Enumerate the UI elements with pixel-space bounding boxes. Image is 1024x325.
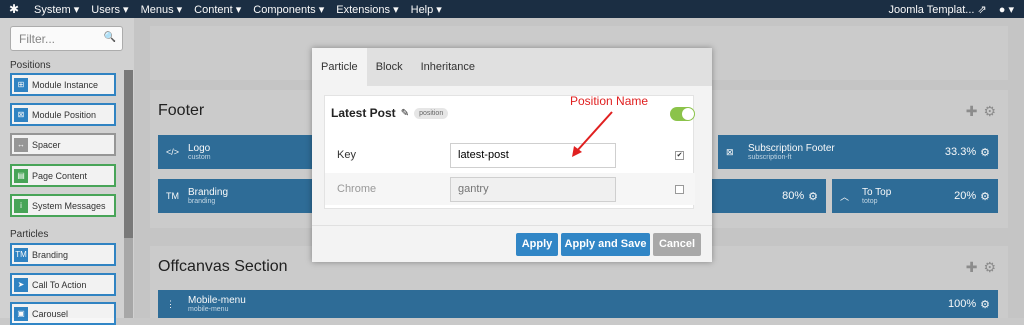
key-row: Key ✔: [325, 139, 695, 171]
type-badge: position: [414, 107, 449, 119]
particle-settings-modal: Particle Block Inheritance Latest Post ✎…: [312, 48, 712, 262]
tab-particle[interactable]: Particle: [312, 48, 367, 86]
chrome-override-checkbox[interactable]: [675, 184, 684, 194]
modal-tabs: Particle Block Inheritance: [312, 48, 712, 86]
key-override-checkbox[interactable]: ✔: [675, 150, 684, 160]
particle-title: Latest Post ✎ position: [331, 106, 449, 120]
edit-pencil-icon[interactable]: ✎: [401, 108, 409, 119]
modal-footer: Apply Apply and Save Cancel: [312, 225, 712, 262]
annotation-arrow: [572, 111, 613, 157]
chrome-row: Chrome: [325, 173, 695, 205]
chrome-label: Chrome: [337, 183, 377, 195]
apply-and-save-button[interactable]: Apply and Save: [561, 233, 650, 256]
key-label: Key: [337, 149, 356, 161]
cancel-button[interactable]: Cancel: [653, 233, 701, 256]
particle-card: Latest Post ✎ position Key ✔ Chrome: [324, 95, 695, 209]
chrome-input[interactable]: [450, 176, 616, 202]
tab-inheritance[interactable]: Inheritance: [412, 48, 484, 86]
annotation-label: Position Name: [570, 94, 649, 108]
enabled-toggle[interactable]: [670, 107, 695, 121]
tab-block[interactable]: Block: [367, 48, 412, 86]
apply-button[interactable]: Apply: [516, 233, 558, 256]
